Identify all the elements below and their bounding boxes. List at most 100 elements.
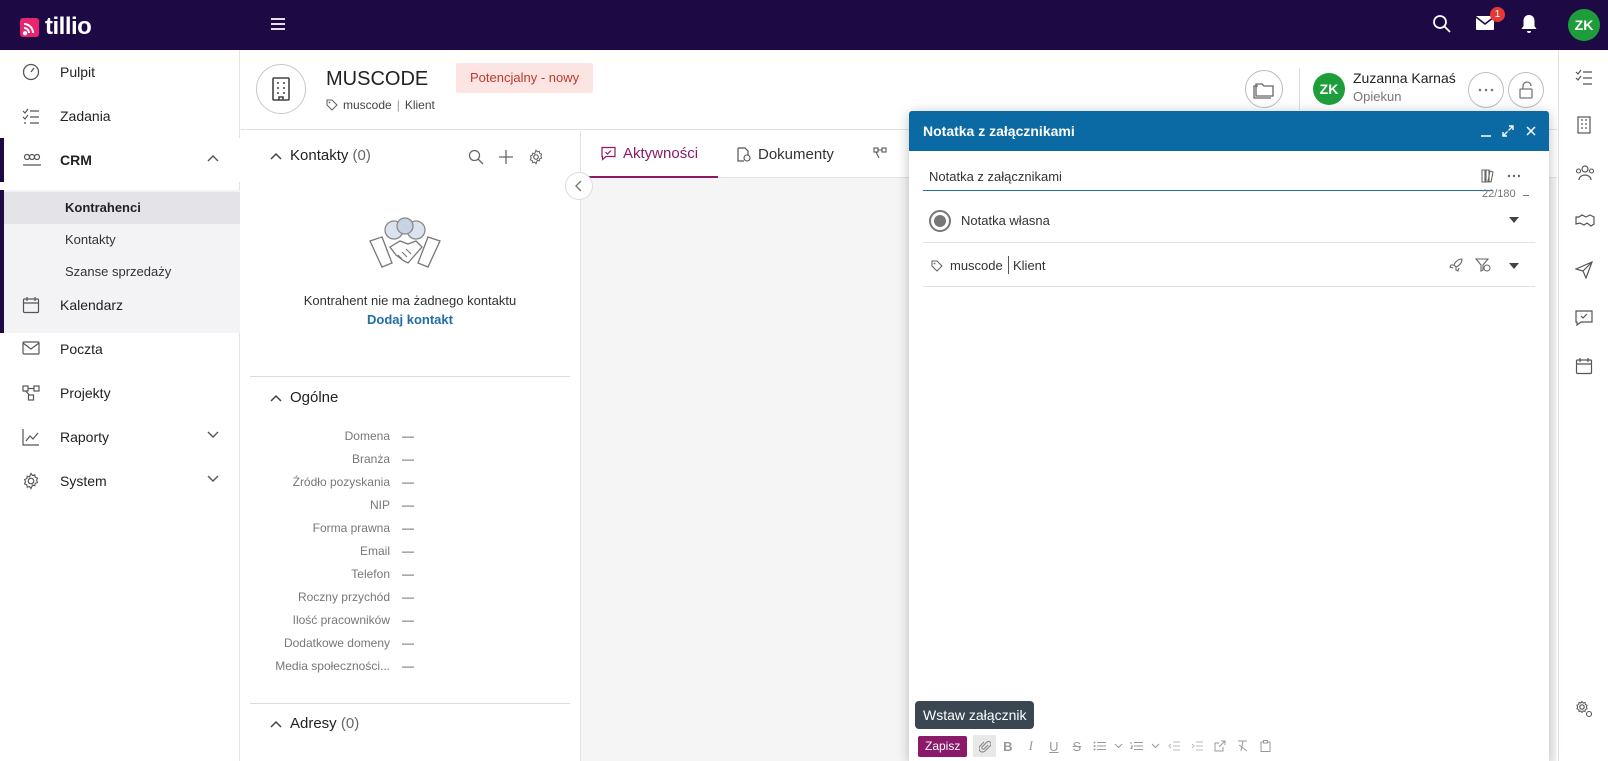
underline-icon[interactable]: U bbox=[1042, 735, 1065, 757]
attach-icon[interactable] bbox=[973, 735, 997, 757]
owner-name: Zuzanna Karnaś bbox=[1353, 70, 1456, 86]
rocket-icon[interactable] bbox=[1449, 258, 1463, 272]
logo-icon bbox=[20, 17, 39, 37]
logo[interactable]: tillio bbox=[20, 13, 92, 41]
owner-avatar[interactable]: ZK bbox=[1313, 73, 1345, 105]
caret-down-icon[interactable] bbox=[1509, 217, 1519, 223]
chevron-down-icon[interactable] bbox=[207, 475, 219, 483]
settings-icon[interactable] bbox=[1575, 700, 1593, 718]
note-type-select[interactable]: Notatka własna bbox=[923, 199, 1535, 243]
sidebar-item-label: Zadania bbox=[60, 108, 111, 124]
document-icon bbox=[736, 147, 751, 162]
handshake-icon[interactable] bbox=[1575, 213, 1595, 229]
filter-icon[interactable] bbox=[1475, 258, 1491, 272]
expand-icon[interactable] bbox=[1502, 125, 1514, 137]
italic-icon[interactable]: I bbox=[1019, 735, 1042, 757]
menu-icon[interactable] bbox=[270, 15, 286, 33]
paste-icon[interactable] bbox=[1254, 735, 1277, 757]
sidebar-item-raporty[interactable]: Raporty bbox=[0, 415, 240, 459]
right-toolbar bbox=[1558, 50, 1608, 761]
numbered-list-icon[interactable] bbox=[1125, 735, 1148, 757]
collapse-panel-button[interactable] bbox=[565, 172, 593, 200]
search-icon[interactable] bbox=[1432, 14, 1452, 34]
tasks-icon[interactable] bbox=[1575, 68, 1593, 86]
indent-icon[interactable] bbox=[1185, 735, 1208, 757]
add-icon[interactable] bbox=[498, 149, 514, 165]
sidebar-item-crm[interactable]: CRM bbox=[0, 138, 240, 182]
chevron-up-icon[interactable] bbox=[270, 152, 282, 160]
save-button[interactable]: Zapisz bbox=[918, 735, 968, 757]
contacts-count: (0) bbox=[352, 147, 371, 164]
tab-label: Dokumenty bbox=[758, 146, 834, 163]
sidebar-item-system[interactable]: System bbox=[0, 459, 240, 503]
close-icon[interactable] bbox=[1525, 125, 1537, 137]
sidebar-item-poczta[interactable]: Poczta bbox=[0, 327, 240, 371]
strikethrough-icon[interactable]: S bbox=[1065, 735, 1088, 757]
bell-icon[interactable] bbox=[1520, 14, 1538, 34]
chevron-down-icon[interactable] bbox=[1148, 735, 1162, 757]
folder-button[interactable] bbox=[1245, 70, 1283, 108]
record-tags: muscode | Klient bbox=[326, 98, 435, 112]
gear-icon bbox=[22, 472, 40, 490]
tag-name[interactable]: muscode bbox=[950, 258, 1003, 273]
sidebar-item-pulpit[interactable]: Pulpit bbox=[0, 50, 240, 94]
calendar-icon[interactable] bbox=[1575, 357, 1593, 375]
sidebar-item-kontakty[interactable]: Kontakty bbox=[4, 224, 240, 256]
template-icon[interactable] bbox=[1481, 169, 1495, 183]
general-section-header[interactable]: Ogólne bbox=[270, 389, 338, 406]
field-row: Źródło pozyskania — bbox=[292, 475, 414, 489]
sidebar-item-label: Projekty bbox=[60, 385, 111, 401]
mail-icon bbox=[22, 340, 40, 356]
chevron-up-icon[interactable] bbox=[270, 394, 282, 402]
chart-icon bbox=[22, 428, 40, 446]
contacts-section-header[interactable]: Kontakty (0) bbox=[270, 147, 371, 164]
contacts-icon[interactable] bbox=[1575, 164, 1595, 182]
gauge-icon bbox=[22, 63, 40, 81]
field-row: Branża — bbox=[351, 452, 414, 466]
chevron-down-icon[interactable] bbox=[1111, 735, 1125, 757]
lock-button[interactable] bbox=[1508, 72, 1544, 108]
empty-contacts-text: Kontrahent nie ma żadnego kontaktu bbox=[303, 293, 517, 308]
page-title: MUSCODE bbox=[326, 68, 429, 90]
clear-format-icon[interactable] bbox=[1231, 735, 1254, 757]
caret-down-icon[interactable] bbox=[1509, 263, 1519, 269]
addresses-section-header[interactable]: Adresy (0) bbox=[270, 715, 359, 732]
more-button[interactable] bbox=[1468, 72, 1504, 108]
sidebar-item-projekty[interactable]: Projekty bbox=[0, 371, 240, 415]
tag-type[interactable]: Klient bbox=[405, 98, 435, 112]
gear-icon[interactable] bbox=[528, 149, 544, 165]
search-icon[interactable] bbox=[468, 149, 484, 165]
divider bbox=[1008, 256, 1009, 274]
chevron-up-icon[interactable] bbox=[207, 154, 219, 162]
projects-icon[interactable] bbox=[873, 147, 887, 161]
chevron-down-icon[interactable] bbox=[207, 431, 219, 439]
add-contact-link[interactable]: Dodaj kontakt bbox=[250, 312, 570, 327]
chevron-up-icon[interactable] bbox=[270, 720, 282, 728]
tag-type[interactable]: Klient bbox=[1013, 258, 1046, 273]
sidebar-item-zadania[interactable]: Zadania bbox=[0, 94, 240, 138]
tab-aktywnosci[interactable]: Aktywności bbox=[581, 131, 719, 178]
top-bar: tillio 1 ZK bbox=[0, 0, 1608, 50]
field-row: NIP — bbox=[369, 498, 414, 512]
user-avatar[interactable]: ZK bbox=[1568, 9, 1600, 41]
modal-header: Notatka z załącznikami bbox=[909, 111, 1549, 151]
building-icon[interactable] bbox=[1575, 116, 1593, 134]
bold-icon[interactable]: B bbox=[996, 735, 1019, 757]
bullet-list-icon[interactable] bbox=[1088, 735, 1111, 757]
status-badge[interactable]: Potencjalny - nowy bbox=[456, 63, 594, 93]
addresses-count: (0) bbox=[340, 715, 360, 732]
send-icon[interactable] bbox=[1575, 261, 1593, 279]
sidebar-item-kontrahenci[interactable]: Kontrahenci bbox=[4, 192, 240, 224]
outdent-icon[interactable] bbox=[1162, 735, 1185, 757]
minimize-icon[interactable] bbox=[1480, 125, 1492, 137]
editor-toolbar: Zapisz B I U S bbox=[918, 735, 1277, 757]
more-icon[interactable] bbox=[1507, 174, 1521, 178]
tag-name[interactable]: muscode bbox=[343, 98, 392, 112]
note-title-input[interactable] bbox=[923, 163, 1493, 191]
tab-dokumenty[interactable]: Dokumenty bbox=[716, 131, 854, 178]
chat-check-icon bbox=[601, 146, 616, 161]
field-row: Domena — bbox=[344, 429, 414, 443]
chat-check-icon[interactable] bbox=[1575, 309, 1593, 327]
link-icon[interactable] bbox=[1208, 735, 1231, 757]
sidebar-item-kalendarz[interactable]: Kalendarz bbox=[0, 283, 240, 327]
